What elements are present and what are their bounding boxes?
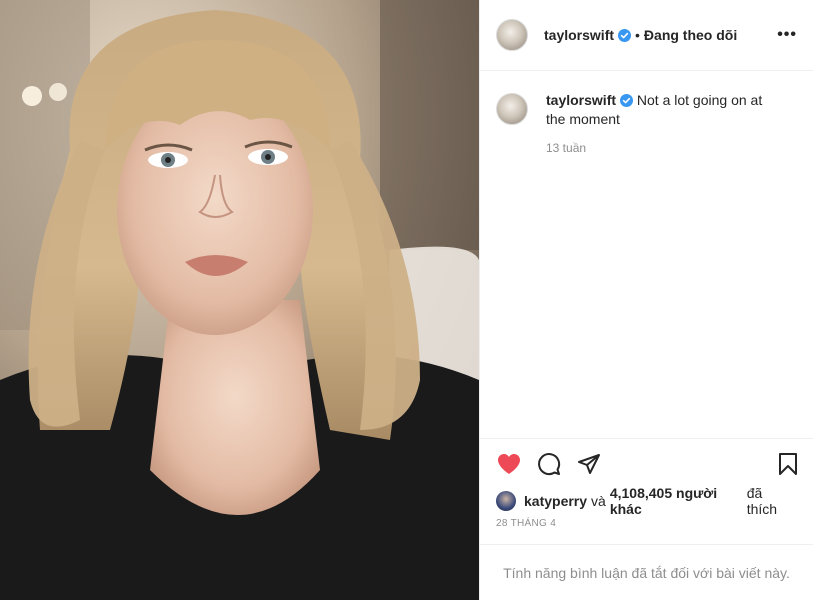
comment-button[interactable] — [536, 451, 562, 477]
username-link[interactable]: taylorswift — [544, 27, 614, 43]
post-photo[interactable] — [0, 0, 479, 600]
verified-badge-icon — [620, 94, 634, 107]
bookmark-icon — [779, 452, 797, 475]
heart-filled-icon — [498, 453, 520, 474]
save-button[interactable] — [775, 451, 801, 477]
separator-dot: • — [635, 27, 640, 43]
likes-connector: và — [591, 493, 606, 509]
like-button[interactable] — [496, 451, 522, 477]
avatar[interactable] — [496, 19, 528, 51]
comments-disabled-notice: Tính năng bình luận đã tắt đối với bài v… — [480, 544, 813, 600]
share-icon — [578, 453, 600, 474]
likes-count-link[interactable]: 4,108,405 người khác — [610, 485, 743, 517]
caption-text-block: taylorswift Not a lot going on at the mo… — [546, 91, 776, 129]
caption-area: taylorswift Not a lot going on at the mo… — [480, 71, 813, 438]
liker-avatar[interactable] — [496, 491, 516, 511]
comment-icon — [538, 452, 561, 475]
following-button[interactable]: Đang theo dõi — [644, 27, 737, 43]
post-header: taylorswift • Đang theo dõi ••• — [480, 0, 813, 71]
caption: taylorswift Not a lot going on at the mo… — [496, 91, 797, 129]
post-date[interactable]: 28 THÁNG 4 — [480, 514, 813, 538]
portrait-image — [0, 0, 479, 600]
likes-suffix: đã thích — [746, 485, 778, 517]
instagram-post: taylorswift • Đang theo dõi ••• taylorsw… — [0, 0, 813, 600]
verified-badge-icon — [618, 28, 632, 42]
action-bar — [480, 438, 813, 488]
caption-timestamp[interactable]: 13 tuần — [546, 141, 797, 155]
post-sidebar: taylorswift • Đang theo dõi ••• taylorsw… — [479, 0, 813, 600]
share-button[interactable] — [576, 451, 602, 477]
liker-username-link[interactable]: katyperry — [524, 493, 587, 509]
likes-summary: katyperry và 4,108,405 người khác đã thí… — [480, 485, 813, 517]
more-options-icon[interactable]: ••• — [777, 26, 797, 44]
caption-avatar[interactable] — [496, 93, 528, 125]
caption-username-link[interactable]: taylorswift — [546, 92, 616, 108]
